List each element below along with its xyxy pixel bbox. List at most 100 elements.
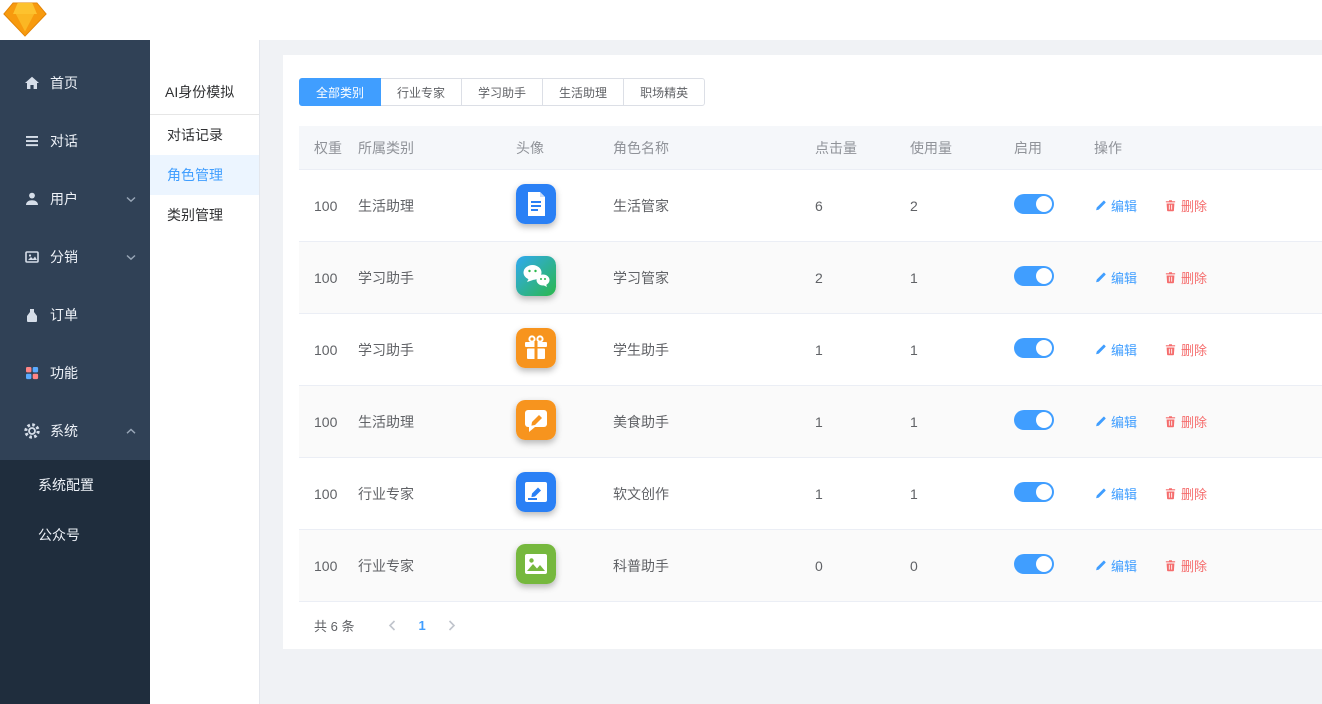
pagination-prev-icon[interactable]	[376, 620, 408, 631]
delete-label: 删除	[1181, 412, 1207, 431]
edit-button[interactable]: 编辑	[1094, 412, 1137, 431]
sidebar-item-official-account[interactable]: 公众号	[0, 510, 150, 560]
column-header: 所属类别	[358, 138, 516, 158]
delete-button[interactable]: 删除	[1164, 196, 1207, 215]
list-icon	[24, 133, 40, 149]
panel-item-category-management[interactable]: 类别管理	[150, 195, 259, 235]
category-cell: 生活助理	[358, 196, 516, 216]
main-content: 全部类别 行业专家 学习助手 生活助理 职场精英 权重 所属类别 头像 角色名称…	[260, 40, 1322, 704]
chat-pencil-avatar-icon	[516, 400, 556, 440]
category-cell: 学习助手	[358, 268, 516, 288]
delete-button[interactable]: 删除	[1164, 484, 1207, 503]
tab-workplace-elite[interactable]: 职场精英	[623, 78, 705, 106]
chevron-down-icon	[126, 196, 136, 203]
table-row: 100 生活助理 美食助手 1 1 编辑 删除	[299, 386, 1322, 458]
weight-cell: 100	[299, 414, 358, 430]
usage-cell: 0	[910, 558, 1014, 574]
enable-toggle[interactable]	[1014, 554, 1054, 574]
table-row: 100 行业专家 科普助手 0 0 编辑 删除	[299, 530, 1322, 602]
delete-button[interactable]: 删除	[1164, 556, 1207, 575]
edit-button[interactable]: 编辑	[1094, 340, 1137, 359]
chevron-down-icon	[126, 254, 136, 261]
category-cell: 行业专家	[358, 556, 516, 576]
sidebar-item-features[interactable]: 功能	[0, 344, 150, 402]
photo-avatar-icon	[516, 544, 556, 584]
delete-label: 删除	[1181, 196, 1207, 215]
sidebar-item-system-config[interactable]: 系统配置	[0, 460, 150, 510]
pagination-page-1[interactable]: 1	[408, 618, 435, 633]
panel-item-chat-history[interactable]: 对话记录	[150, 115, 259, 155]
table-row: 100 学习助手 学生助手 1 1 编辑 删除	[299, 314, 1322, 386]
weight-cell: 100	[299, 558, 358, 574]
delete-label: 删除	[1181, 340, 1207, 359]
panel-item-role-management[interactable]: 角色管理	[150, 155, 259, 195]
toggle-knob	[1036, 196, 1052, 212]
home-icon	[24, 75, 40, 91]
photo-edit-avatar-icon	[516, 472, 556, 512]
topbar	[0, 0, 1322, 40]
enable-toggle[interactable]	[1014, 410, 1054, 430]
edit-button[interactable]: 编辑	[1094, 484, 1137, 503]
grid-icon	[24, 365, 40, 381]
toggle-knob	[1036, 412, 1052, 428]
toggle-knob	[1036, 340, 1052, 356]
sidebar-item-label: 用户	[50, 189, 78, 209]
panel-item-label: 类别管理	[167, 205, 223, 225]
panel-title: AI身份模拟	[150, 40, 259, 115]
usage-cell: 1	[910, 486, 1014, 502]
weight-cell: 100	[299, 270, 358, 286]
toggle-knob	[1036, 484, 1052, 500]
table-header: 权重 所属类别 头像 角色名称 点击量 使用量 启用 操作	[299, 126, 1322, 170]
sidebar-item-label: 分销	[50, 247, 78, 267]
pagination-next-icon[interactable]	[436, 620, 468, 631]
sidebar-item-system[interactable]: 系统	[0, 402, 150, 460]
category-cell: 生活助理	[358, 412, 516, 432]
delete-label: 删除	[1181, 484, 1207, 503]
tab-industry-expert[interactable]: 行业专家	[380, 78, 462, 106]
column-header: 权重	[299, 138, 358, 158]
column-header: 点击量	[815, 138, 910, 158]
sketch-logo-icon	[2, 1, 48, 43]
clicks-cell: 0	[815, 558, 910, 574]
tab-study-assistant[interactable]: 学习助手	[461, 78, 543, 106]
usage-cell: 1	[910, 414, 1014, 430]
tab-label: 行业专家	[397, 84, 445, 101]
edit-label: 编辑	[1111, 268, 1137, 287]
delete-label: 删除	[1181, 556, 1207, 575]
user-icon	[24, 191, 40, 207]
delete-label: 删除	[1181, 268, 1207, 287]
pagination: 共 6 条 1	[299, 616, 1322, 635]
clicks-cell: 1	[815, 486, 910, 502]
sidebar-item-users[interactable]: 用户	[0, 170, 150, 228]
tab-life-assistant[interactable]: 生活助理	[542, 78, 624, 106]
edit-button[interactable]: 编辑	[1094, 268, 1137, 287]
role-name-cell: 学生助手	[613, 340, 815, 360]
column-header: 头像	[516, 138, 613, 158]
sidebar-item-distribution[interactable]: 分销	[0, 228, 150, 286]
enable-toggle[interactable]	[1014, 482, 1054, 502]
tab-label: 学习助手	[478, 84, 526, 101]
sidebar-item-chat[interactable]: 对话	[0, 112, 150, 170]
edit-button[interactable]: 编辑	[1094, 196, 1137, 215]
enable-toggle[interactable]	[1014, 338, 1054, 358]
toggle-knob	[1036, 556, 1052, 572]
delete-button[interactable]: 删除	[1164, 340, 1207, 359]
delete-button[interactable]: 删除	[1164, 268, 1207, 287]
edit-label: 编辑	[1111, 196, 1137, 215]
edit-label: 编辑	[1111, 556, 1137, 575]
gift-avatar-icon	[516, 328, 556, 368]
tab-all-categories[interactable]: 全部类别	[299, 78, 381, 106]
delete-button[interactable]: 删除	[1164, 412, 1207, 431]
enable-toggle[interactable]	[1014, 266, 1054, 286]
edit-button[interactable]: 编辑	[1094, 556, 1137, 575]
edit-label: 编辑	[1111, 484, 1137, 503]
role-name-cell: 生活管家	[613, 196, 815, 216]
panel-item-label: 对话记录	[167, 125, 223, 145]
content-card: 全部类别 行业专家 学习助手 生活助理 职场精英 权重 所属类别 头像 角色名称…	[283, 55, 1322, 649]
role-name-cell: 学习管家	[613, 268, 815, 288]
enable-toggle[interactable]	[1014, 194, 1054, 214]
sidebar-item-home[interactable]: 首页	[0, 54, 150, 112]
sidebar-item-orders[interactable]: 订单	[0, 286, 150, 344]
category-cell: 学习助手	[358, 340, 516, 360]
pagination-total: 共 6 条	[314, 616, 354, 635]
